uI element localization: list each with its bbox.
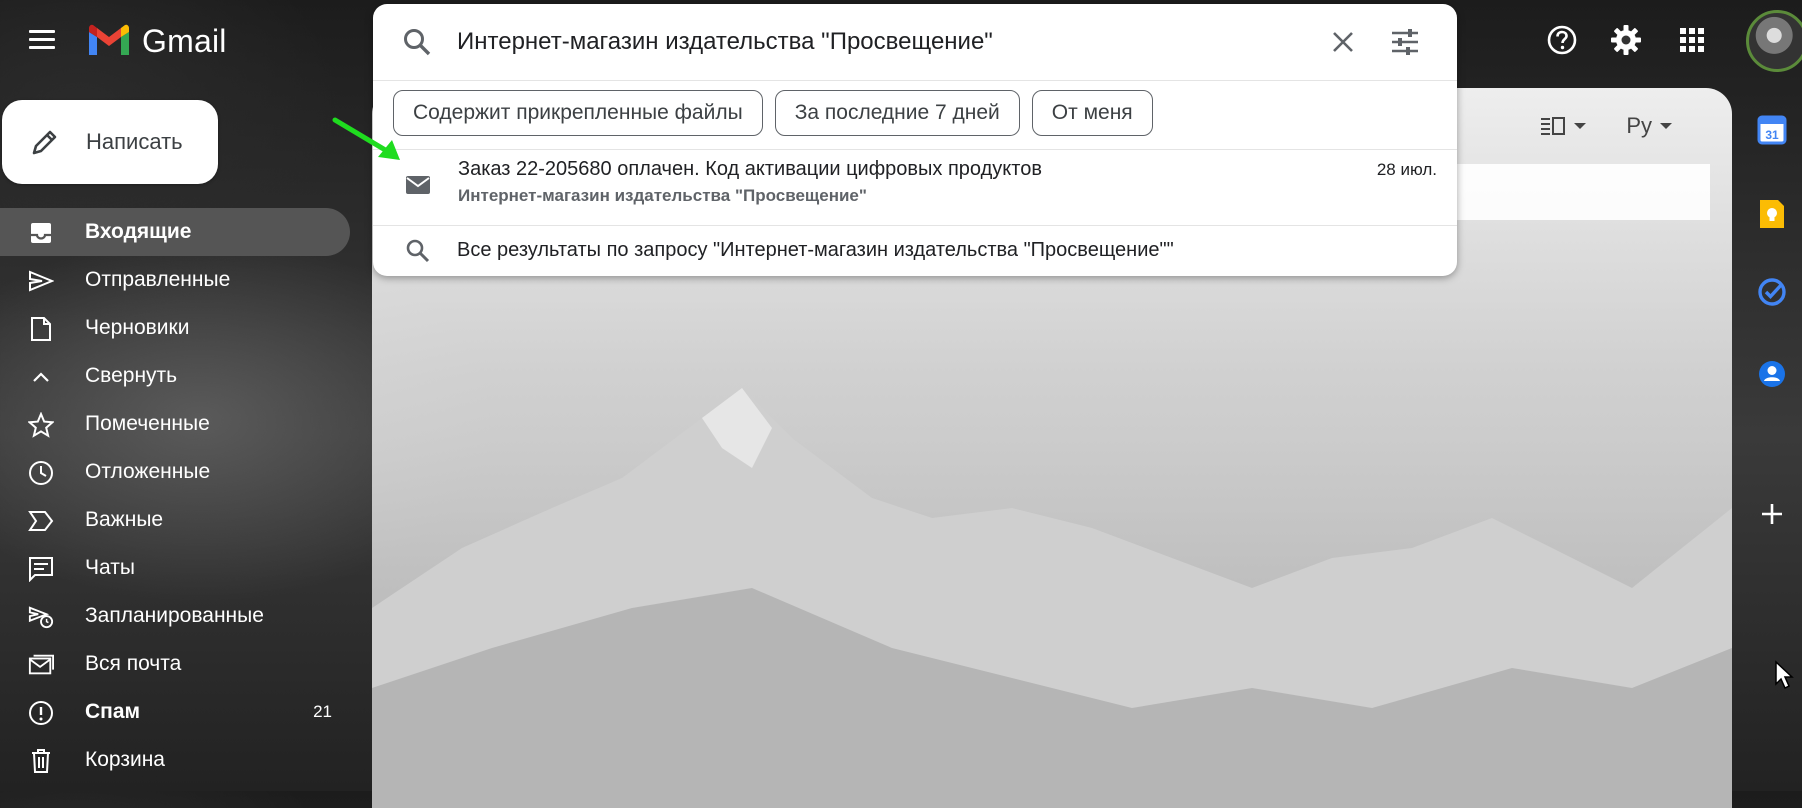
search-dropdown: Содержит прикрепленные файлы За последни… bbox=[373, 4, 1457, 276]
important-icon bbox=[28, 508, 54, 534]
email-list-row-partial[interactable] bbox=[1452, 164, 1710, 220]
inbox-icon bbox=[28, 220, 54, 246]
calendar-icon[interactable]: 31 bbox=[1752, 110, 1792, 150]
language-label: Ру bbox=[1626, 113, 1652, 138]
envelope-icon bbox=[403, 170, 433, 200]
sidebar-item-label: Отложенные bbox=[85, 460, 211, 483]
sidebar-item-spam[interactable]: Спам 21 bbox=[0, 688, 350, 736]
keep-icon[interactable] bbox=[1752, 194, 1792, 234]
annotation-arrow-icon bbox=[332, 117, 400, 160]
compose-label: Написать bbox=[86, 129, 183, 154]
search-options-icon[interactable] bbox=[1385, 22, 1425, 62]
google-apps-grid-icon[interactable] bbox=[1670, 18, 1714, 62]
sidebar-item-label: Отправленные bbox=[85, 268, 231, 291]
sidebar-item-label: Входящие bbox=[85, 220, 192, 243]
tasks-icon[interactable] bbox=[1752, 272, 1792, 312]
chip-has-attachment[interactable]: Содержит прикрепленные файлы bbox=[393, 90, 763, 136]
svg-text:31: 31 bbox=[1765, 128, 1779, 142]
spam-icon bbox=[28, 700, 54, 726]
sidebar-item-label: Корзина bbox=[85, 748, 165, 771]
chat-icon bbox=[28, 556, 54, 582]
suggestion-date: 28 июл. bbox=[1376, 160, 1437, 179]
sidebar-item-label: Черновики bbox=[85, 316, 190, 339]
send-icon bbox=[28, 268, 54, 294]
settings-gear-icon[interactable] bbox=[1604, 18, 1648, 62]
sidebar-item-label: Спам bbox=[85, 700, 141, 723]
sidebar-item-label: Важные bbox=[85, 508, 164, 531]
chip-from-me[interactable]: От меня bbox=[1031, 90, 1153, 136]
scheduled-send-icon bbox=[28, 604, 54, 630]
sidebar-item-important[interactable]: Важные bbox=[0, 496, 350, 544]
sidebar-nav: Входящие Отправленные Черновики Свернуть… bbox=[0, 208, 350, 784]
sidebar-item-label: Вся почта bbox=[85, 652, 182, 675]
sidebar-item-starred[interactable]: Помеченные bbox=[0, 400, 350, 448]
account-avatar[interactable] bbox=[1746, 10, 1802, 72]
sidebar-item-all-mail[interactable]: Вся почта bbox=[0, 640, 350, 688]
sidebar-item-label: Чаты bbox=[85, 556, 135, 579]
sidebar-item-drafts[interactable]: Черновики bbox=[0, 304, 350, 352]
caret-down-icon bbox=[1660, 123, 1672, 129]
split-pane-icon bbox=[1541, 117, 1566, 135]
clock-icon bbox=[28, 460, 54, 486]
sidebar-item-collapse[interactable]: Свернуть bbox=[0, 352, 350, 400]
input-language-selector[interactable]: Ру bbox=[1626, 113, 1672, 139]
gmail-m-icon bbox=[89, 24, 129, 55]
sidebar-item-label: Помеченные bbox=[85, 412, 210, 435]
all-mail-icon bbox=[28, 652, 54, 678]
sidebar-item-snoozed[interactable]: Отложенные bbox=[0, 448, 350, 496]
suggestion-subject: Заказ 22-205680 оплачен. Код активации ц… bbox=[458, 158, 1042, 180]
draft-icon bbox=[28, 316, 54, 342]
search-icon bbox=[403, 236, 433, 266]
split-pane-toggle[interactable] bbox=[1540, 117, 1587, 135]
chevron-up-icon bbox=[28, 364, 54, 390]
gmail-logo[interactable]: Gmail bbox=[86, 21, 227, 61]
search-icon[interactable] bbox=[397, 22, 437, 62]
all-search-results-link[interactable]: Все результаты по запросу "Интернет-мага… bbox=[373, 226, 1457, 276]
search-suggestion-email[interactable]: Заказ 22-205680 оплачен. Код активации ц… bbox=[373, 150, 1457, 224]
sidebar-item-sent[interactable]: Отправленные bbox=[0, 256, 350, 304]
sidebar-item-label: Свернуть bbox=[85, 364, 178, 387]
app-name: Gmail bbox=[142, 22, 227, 59]
pencil-icon bbox=[28, 125, 62, 159]
all-results-label: Все результаты по запросу "Интернет-мага… bbox=[457, 239, 1174, 261]
compose-button[interactable]: Написать bbox=[2, 100, 218, 184]
caret-down-icon bbox=[1574, 123, 1587, 129]
search-input[interactable] bbox=[457, 22, 1317, 62]
sidebar-item-chats[interactable]: Чаты bbox=[0, 544, 350, 592]
chip-last-7-days[interactable]: За последние 7 дней bbox=[774, 90, 1020, 136]
sidebar-item-inbox[interactable]: Входящие bbox=[0, 208, 350, 256]
sidebar-item-scheduled[interactable]: Запланированные bbox=[0, 592, 350, 640]
mouse-pointer-icon bbox=[1775, 660, 1794, 690]
suggestion-sender: Интернет-магазин издательства "Просвещен… bbox=[458, 186, 867, 205]
main-menu-icon[interactable] bbox=[22, 20, 62, 60]
search-chips: Содержит прикрепленные файлы За последни… bbox=[393, 90, 1153, 138]
contacts-icon[interactable] bbox=[1752, 354, 1792, 394]
trash-icon bbox=[28, 748, 54, 774]
sidebar-item-trash[interactable]: Корзина bbox=[0, 736, 350, 784]
help-icon[interactable] bbox=[1540, 18, 1584, 62]
add-app-plus-icon[interactable] bbox=[1752, 494, 1792, 534]
clear-search-icon[interactable] bbox=[1323, 22, 1363, 62]
search-bar bbox=[373, 4, 1457, 81]
unread-count: 21 bbox=[313, 702, 332, 721]
list-toolbar: Ру bbox=[1540, 108, 1672, 144]
header-actions bbox=[1520, 10, 1802, 72]
sidebar-item-label: Запланированные bbox=[85, 604, 264, 627]
star-icon bbox=[28, 412, 54, 438]
